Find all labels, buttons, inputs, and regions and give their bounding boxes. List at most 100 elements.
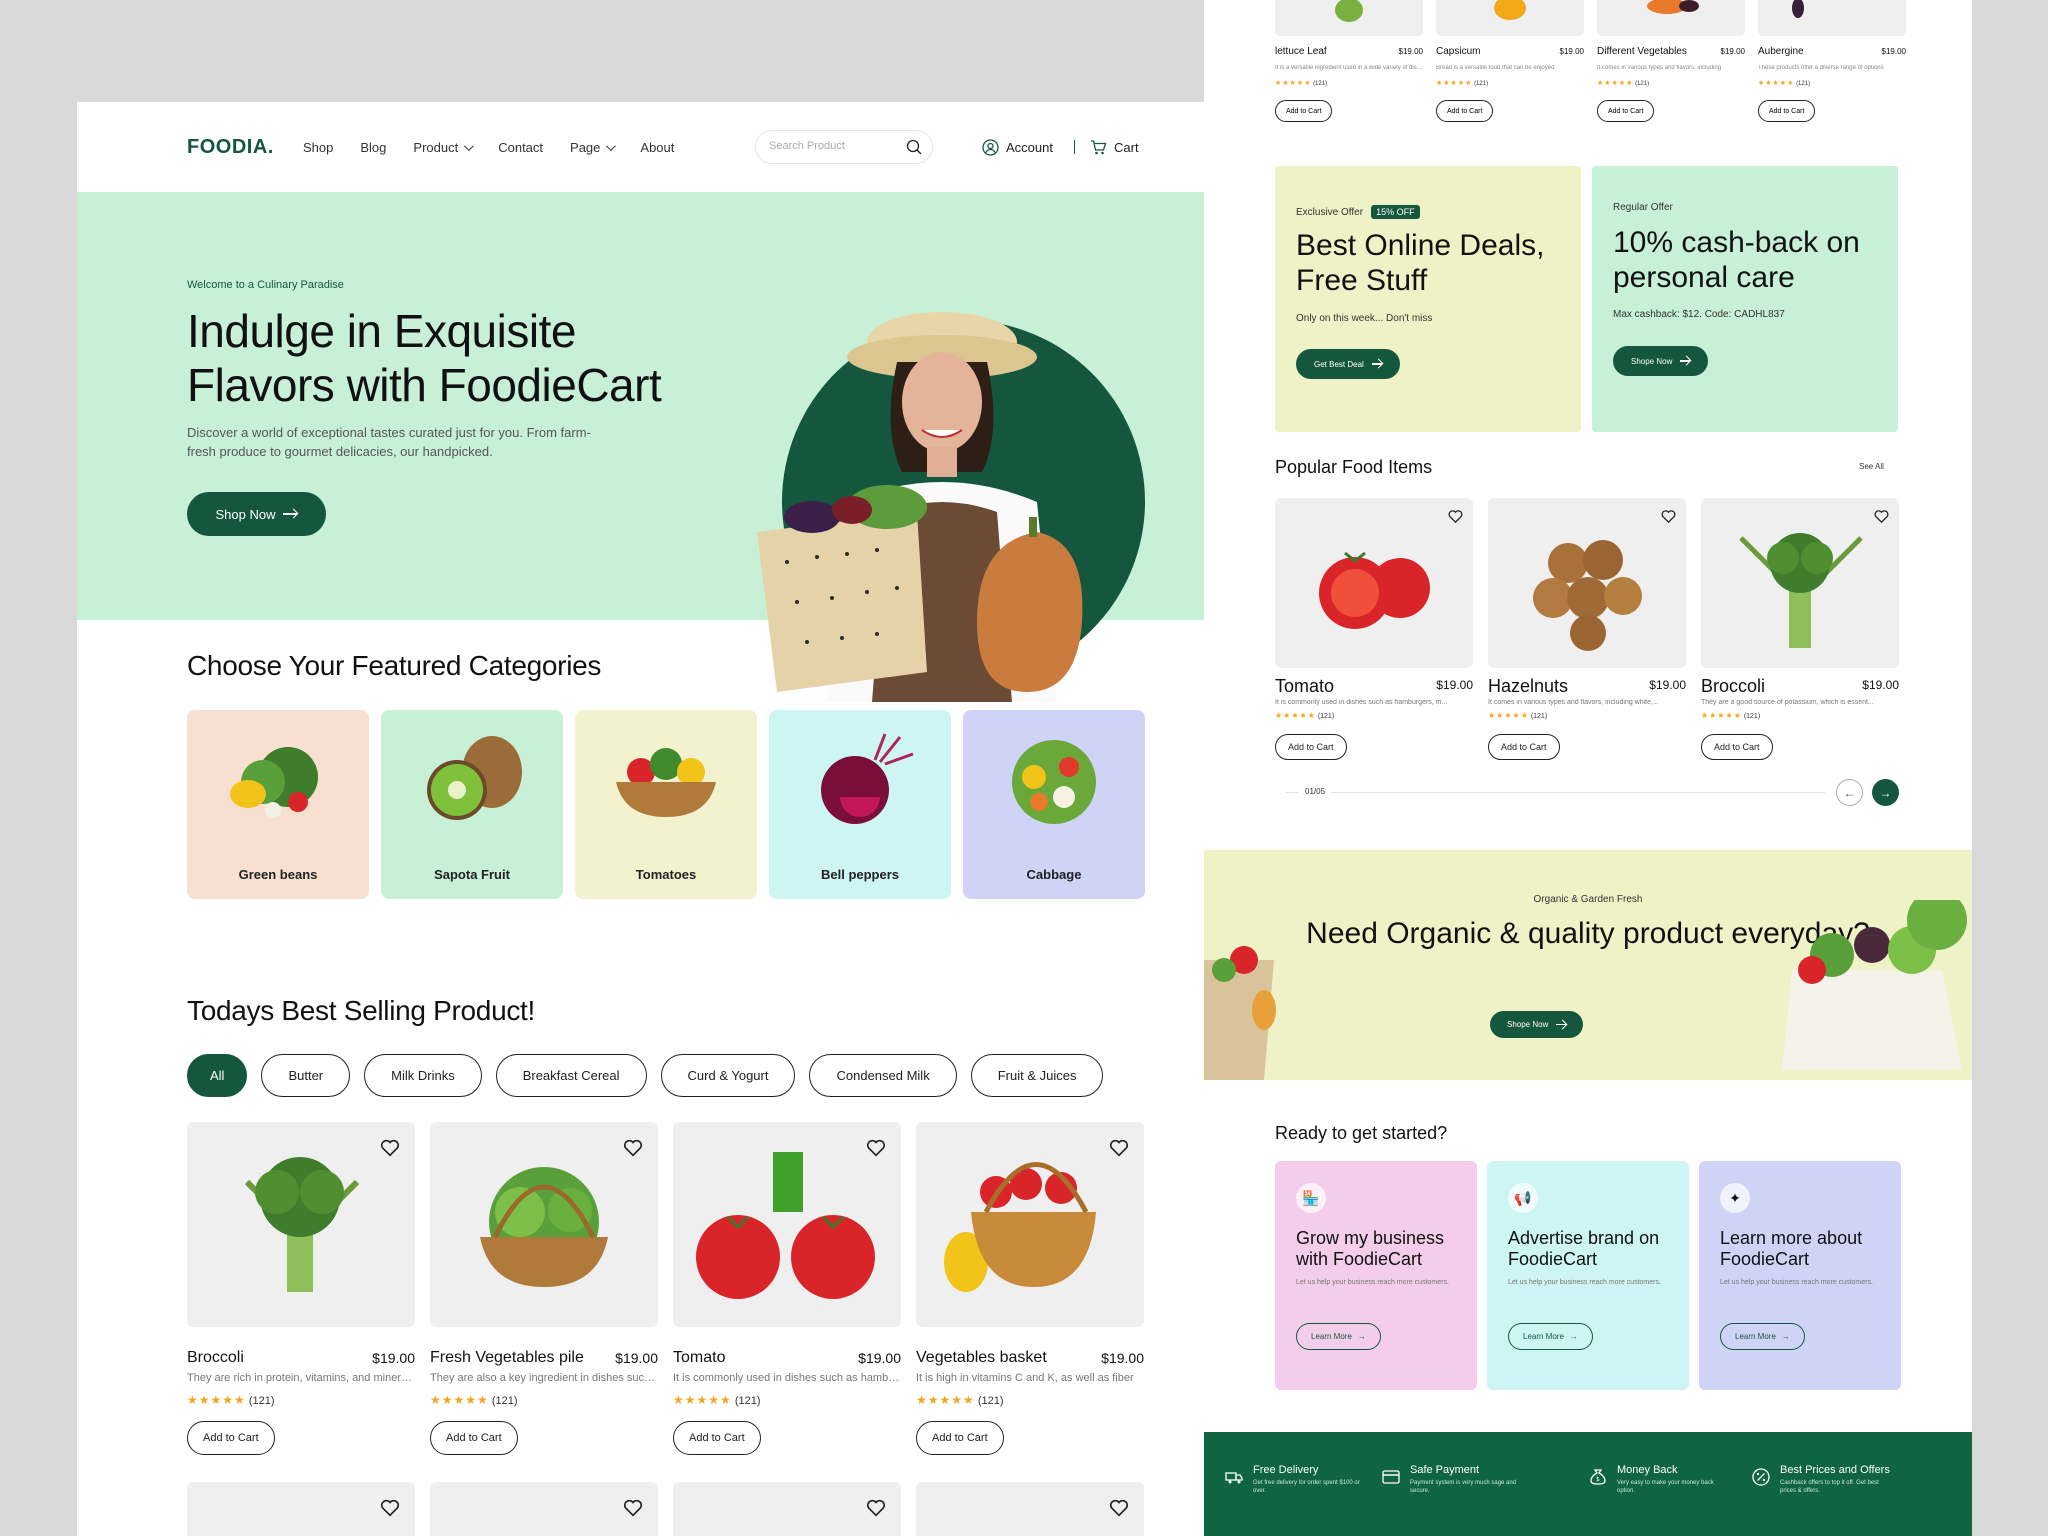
heart-icon[interactable] [1660, 508, 1677, 525]
add-to-cart-button[interactable]: Add to Cart [1275, 734, 1347, 760]
learn-more-button[interactable]: Learn More → [1720, 1323, 1805, 1350]
heart-icon[interactable] [1108, 1137, 1130, 1159]
button-label: Learn More [1311, 1332, 1352, 1341]
product-image[interactable] [1275, 0, 1423, 36]
nav-page[interactable]: Page [570, 140, 617, 155]
cart-link[interactable]: Cart [1090, 139, 1139, 156]
product-name[interactable]: Capsicum [1436, 46, 1480, 57]
next-button[interactable]: → [1872, 779, 1899, 806]
chevron-down-icon [464, 141, 475, 152]
product-image[interactable] [1275, 498, 1473, 668]
account-link[interactable]: Account [982, 139, 1053, 156]
nav-contact[interactable]: Contact [498, 140, 543, 155]
offer-card: Regular Offer 10% cash-back on personal … [1592, 166, 1898, 432]
add-to-cart-button[interactable]: Add to Cart [430, 1421, 518, 1455]
feature-description: Payment system is very much sage and sec… [1410, 1480, 1517, 1495]
prev-button[interactable]: ← [1836, 779, 1863, 806]
heart-icon[interactable] [865, 1137, 887, 1159]
product-rating: ★★★★★ (121) [673, 1393, 761, 1407]
add-to-cart-button[interactable]: Add to Cart [187, 1421, 275, 1455]
category-card[interactable]: Sapota Fruit [381, 710, 563, 899]
grocery-bag-image [1782, 900, 1967, 1070]
add-to-cart-button[interactable]: Add to Cart [1488, 734, 1560, 760]
product-name[interactable]: lettuce Leaf [1275, 46, 1327, 57]
product-image[interactable] [916, 1482, 1144, 1536]
woman-with-vegetables-image [757, 312, 1083, 702]
nav-about[interactable]: About [640, 140, 674, 155]
category-card[interactable]: Green beans [187, 710, 369, 899]
divider [1074, 140, 1075, 154]
filter-milk-drinks[interactable]: Milk Drinks [364, 1054, 482, 1097]
product-image[interactable] [187, 1122, 415, 1327]
product-name[interactable]: Hazelnuts [1488, 676, 1568, 697]
product-card [430, 1482, 658, 1536]
add-to-cart-button[interactable]: Add to Cart [1701, 734, 1773, 760]
logo[interactable]: FOODIA. [187, 136, 274, 159]
filter-curd-yogurt[interactable]: Curd & Yogurt [660, 1054, 796, 1097]
heart-icon[interactable] [622, 1137, 644, 1159]
heart-icon[interactable] [1873, 508, 1890, 525]
vegetable-bag-image [1204, 946, 1276, 1080]
product-image[interactable] [430, 1122, 658, 1327]
filter-breakfast-cereal[interactable]: Breakfast Cereal [495, 1054, 647, 1097]
category-card[interactable]: Cabbage [963, 710, 1145, 899]
nav-product[interactable]: Product [413, 140, 475, 155]
product-name[interactable]: Aubergine [1758, 46, 1804, 57]
heart-icon[interactable] [379, 1497, 401, 1519]
product-description: They are rich in protein, vitamins, and … [187, 1372, 415, 1384]
product-name[interactable]: Tomato [1275, 676, 1334, 697]
heart-icon[interactable] [379, 1137, 401, 1159]
shop-now-button[interactable]: Shope Now [1613, 346, 1709, 376]
product-name[interactable]: Vegetables basket [916, 1349, 1047, 1367]
filter-fruit-juices[interactable]: Fruit & Juices [970, 1054, 1104, 1097]
filter-all[interactable]: All [187, 1054, 248, 1097]
category-card[interactable]: Tomatoes [575, 710, 757, 899]
add-to-cart-button[interactable]: Add to Cart [1436, 100, 1494, 122]
product-name[interactable]: Broccoli [187, 1349, 244, 1367]
product-image[interactable] [673, 1122, 901, 1327]
shop-now-button[interactable]: Shope Now [1490, 1011, 1584, 1038]
add-to-cart-button[interactable]: Add to Cart [1275, 100, 1333, 122]
product-image[interactable] [1701, 498, 1899, 668]
filter-butter[interactable]: Butter [261, 1054, 351, 1097]
product-name[interactable]: Tomato [673, 1349, 725, 1367]
product-image[interactable] [1488, 498, 1686, 668]
add-to-cart-button[interactable]: Add to Cart [1758, 100, 1816, 122]
product-image[interactable] [430, 1482, 658, 1536]
category-card[interactable]: Bell peppers [769, 710, 951, 899]
add-to-cart-button[interactable]: Add to Cart [673, 1421, 761, 1455]
search-input[interactable] [769, 140, 889, 152]
learn-more-button[interactable]: Learn More → [1296, 1323, 1381, 1350]
search-box [755, 130, 933, 164]
add-to-cart-button[interactable]: Add to Cart [916, 1421, 1004, 1455]
nav-blog[interactable]: Blog [360, 140, 386, 155]
product-image[interactable] [1597, 0, 1745, 36]
product-price: $19.00 [1101, 1350, 1144, 1366]
search-icon[interactable] [906, 139, 922, 155]
heart-icon[interactable] [865, 1497, 887, 1519]
product-name[interactable]: Fresh Vegetables pile [430, 1349, 584, 1367]
learn-more-button[interactable]: Learn More → [1508, 1323, 1593, 1350]
heart-icon[interactable] [1108, 1497, 1130, 1519]
add-to-cart-button[interactable]: Add to Cart [1597, 100, 1655, 122]
product-image[interactable] [673, 1482, 901, 1536]
get-best-deal-button[interactable]: Get Best Deal [1296, 349, 1400, 379]
product-image[interactable] [1436, 0, 1584, 36]
product-name[interactable]: Broccoli [1701, 676, 1765, 697]
product-image[interactable] [916, 1122, 1144, 1327]
product-card: Tomato $19.00 It is commonly used in dis… [673, 1122, 901, 1455]
product-name[interactable]: Different Vegetables [1597, 46, 1687, 57]
button-label: Learn More [1735, 1332, 1776, 1341]
filter-condensed-milk[interactable]: Condensed Milk [809, 1054, 957, 1097]
see-all-link[interactable]: See All [1859, 462, 1884, 471]
heart-icon[interactable] [1447, 508, 1464, 525]
nav-shop[interactable]: Shop [303, 140, 333, 155]
rating-count: (121) [1743, 713, 1761, 720]
product-image[interactable] [187, 1482, 415, 1536]
shop-now-button[interactable]: Shop Now [187, 492, 326, 536]
feature-title: Money Back [1617, 1464, 1678, 1476]
product-image[interactable] [1758, 0, 1906, 36]
heart-icon[interactable] [622, 1497, 644, 1519]
rating-count: (121) [1530, 713, 1548, 720]
feature-item: Best Prices and Offers Cashback offers to… [1752, 1464, 1890, 1496]
